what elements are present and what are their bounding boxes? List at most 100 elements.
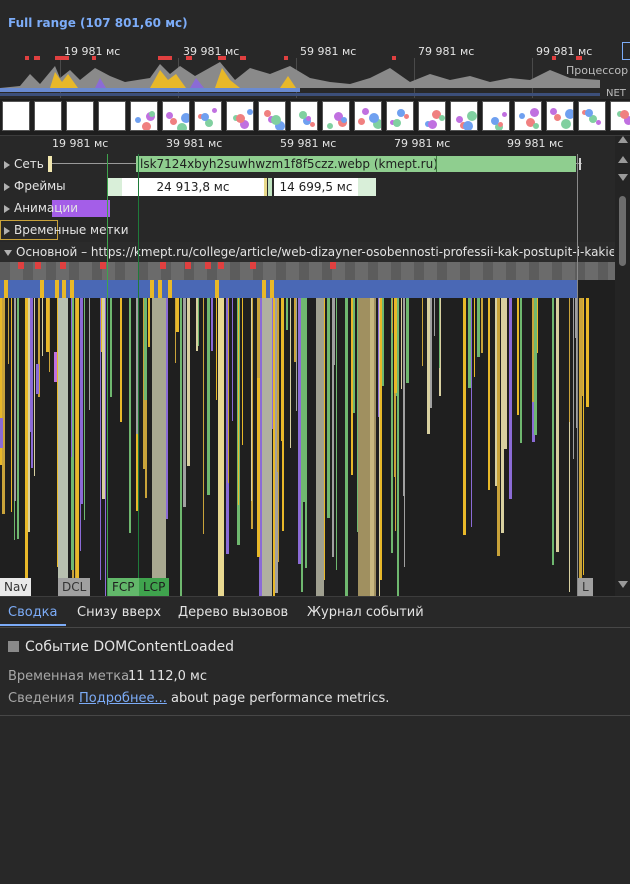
- flame-block[interactable]: [158, 280, 162, 298]
- track-expand-frames[interactable]: Фреймы: [4, 179, 66, 193]
- flame-block[interactable]: [0, 280, 578, 298]
- flame-block[interactable]: [175, 298, 176, 363]
- flame-block[interactable]: [84, 298, 85, 520]
- filmstrip-frame[interactable]: [322, 101, 350, 131]
- frame-item[interactable]: 14 699,5 мс: [274, 178, 358, 196]
- flame-block[interactable]: [301, 298, 303, 592]
- tab-event-log[interactable]: Журнал событий: [307, 605, 424, 620]
- flame-block[interactable]: [89, 298, 90, 410]
- animations-track[interactable]: Анимации: [0, 198, 615, 221]
- flame-block[interactable]: [144, 298, 147, 400]
- flame-block[interactable]: [129, 298, 131, 533]
- flame-block[interactable]: [187, 298, 190, 466]
- flame-block[interactable]: [506, 262, 516, 280]
- flame-block[interactable]: [299, 262, 309, 280]
- scroll-down-icon[interactable]: [618, 581, 628, 588]
- flame-block[interactable]: [534, 298, 537, 435]
- flame-block[interactable]: [185, 262, 191, 269]
- flame-block[interactable]: [160, 262, 166, 269]
- flame-block[interactable]: [327, 298, 330, 518]
- flame-block[interactable]: [176, 298, 179, 332]
- flame-block[interactable]: [232, 298, 233, 421]
- flame-block[interactable]: [70, 280, 74, 298]
- flame-block[interactable]: [35, 262, 41, 269]
- flame-block[interactable]: [392, 298, 393, 333]
- flame-block[interactable]: [257, 298, 260, 378]
- scroll-up-icon[interactable]: [618, 156, 628, 163]
- flame-block[interactable]: [30, 298, 32, 432]
- flame-block[interactable]: [463, 298, 466, 535]
- filmstrip-frame[interactable]: [354, 101, 382, 131]
- flame-block[interactable]: [273, 298, 275, 596]
- flame-block[interactable]: [115, 262, 125, 280]
- flame-block[interactable]: [150, 280, 154, 298]
- flame-block[interactable]: [556, 298, 559, 552]
- flame-block[interactable]: [0, 262, 10, 280]
- flame-block[interactable]: [501, 298, 504, 533]
- filmstrip-frame[interactable]: [546, 101, 574, 131]
- flame-block[interactable]: [394, 298, 397, 393]
- flame-block[interactable]: [180, 298, 182, 596]
- flame-block[interactable]: [305, 298, 307, 568]
- flame-block[interactable]: [218, 262, 224, 269]
- timings-track[interactable]: Временные метки: [0, 220, 615, 243]
- flame-block[interactable]: [23, 262, 33, 280]
- flame-block[interactable]: [211, 298, 213, 351]
- flame-block[interactable]: [391, 262, 401, 280]
- flame-block[interactable]: [532, 298, 534, 402]
- flame-block[interactable]: [148, 298, 150, 347]
- filmstrip-frame[interactable]: [514, 101, 542, 131]
- filmstrip-frame[interactable]: [578, 101, 606, 131]
- filmstrip-frame[interactable]: [66, 101, 94, 131]
- filmstrip-frame[interactable]: [386, 101, 414, 131]
- flame-block[interactable]: [17, 298, 19, 539]
- flame-block[interactable]: [330, 262, 336, 269]
- network-request-item[interactable]: lsk7124xbyh2suwhwzm1f8f5czz.webp (kmept.…: [136, 156, 576, 172]
- flame-block[interactable]: [370, 298, 374, 596]
- flame-block[interactable]: [488, 298, 490, 490]
- flame-block[interactable]: [60, 262, 66, 269]
- flame-block[interactable]: [62, 280, 66, 298]
- flame-block[interactable]: [242, 298, 243, 445]
- flame-block[interactable]: [345, 262, 355, 280]
- flame-block[interactable]: [18, 262, 24, 269]
- network-track[interactable]: lsk7124xbyh2suwhwzm1f8f5czz.webp (kmept.…: [0, 154, 615, 177]
- flame-block[interactable]: [28, 298, 30, 532]
- frame-item[interactable]: [268, 178, 272, 196]
- flame-block[interactable]: [414, 262, 424, 280]
- tab-summary[interactable]: Сводка: [8, 605, 58, 620]
- flame-block[interactable]: [120, 298, 122, 422]
- filmstrip-frame[interactable]: [290, 101, 318, 131]
- flame-block[interactable]: [403, 298, 404, 496]
- frame-item[interactable]: [264, 178, 267, 196]
- flame-block[interactable]: [100, 298, 101, 580]
- flame-block[interactable]: [40, 280, 44, 298]
- flame-block[interactable]: [205, 262, 211, 269]
- frame-item[interactable]: [108, 178, 122, 196]
- flame-block[interactable]: [282, 298, 284, 531]
- learn-more-link[interactable]: Подробнее...: [79, 691, 167, 706]
- filmstrip-frame[interactable]: [450, 101, 478, 131]
- flame-block[interactable]: [57, 298, 58, 567]
- flame-block[interactable]: [481, 298, 483, 353]
- track-expand-network[interactable]: Сеть: [4, 157, 44, 171]
- flame-block[interactable]: [198, 298, 199, 346]
- dcl-marker[interactable]: DCL: [58, 578, 90, 596]
- flame-block[interactable]: [277, 298, 278, 472]
- flame-block[interactable]: [228, 298, 229, 483]
- flame-block[interactable]: [336, 298, 337, 570]
- network-request-bar[interactable]: [48, 156, 52, 172]
- flame-block[interactable]: [69, 262, 79, 280]
- scroll-down-icon[interactable]: [618, 174, 628, 181]
- flame-block[interactable]: [101, 298, 102, 352]
- filmstrip-frame[interactable]: [98, 101, 126, 131]
- flame-block[interactable]: [216, 298, 217, 400]
- load-marker[interactable]: L: [578, 578, 593, 596]
- flame-block[interactable]: [422, 298, 423, 366]
- flame-block[interactable]: [55, 280, 59, 298]
- flame-block[interactable]: [58, 298, 68, 596]
- flame-block[interactable]: [46, 298, 49, 352]
- flame-block[interactable]: [430, 298, 432, 408]
- flame-chart-area[interactable]: lsk7124xbyh2suwhwzm1f8f5czz.webp (kmept.…: [0, 154, 615, 596]
- fcp-marker[interactable]: FCP: [108, 578, 139, 596]
